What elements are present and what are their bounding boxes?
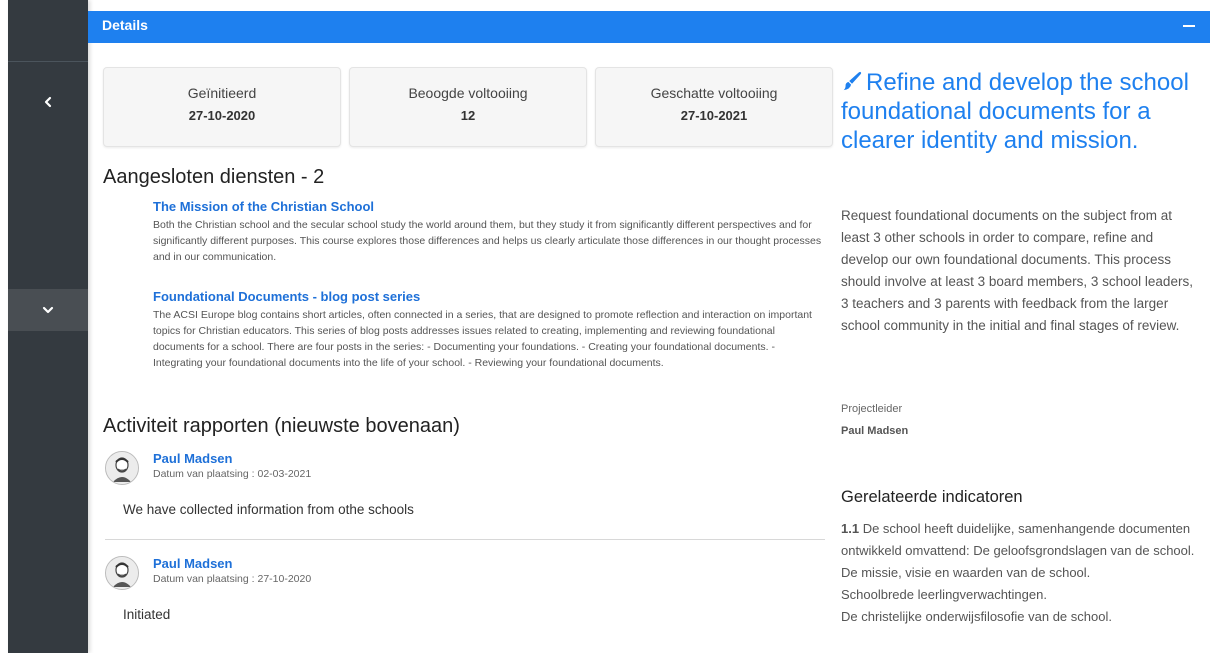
- paint-brush-icon: [843, 71, 862, 91]
- report-date: Datum van plaatsing : 02-03-2021: [153, 468, 311, 480]
- project-leader-name: Paul Madsen: [841, 425, 909, 437]
- minus-icon: [1183, 25, 1195, 27]
- indicator-list: 1.1 De school heeft duidelijke, samenhan…: [841, 518, 1199, 628]
- sidebar: [8, 0, 88, 653]
- service-item: Foundational Documents - blog post serie…: [153, 289, 825, 371]
- goal-title-text: Refine and develop the school foundation…: [841, 69, 1189, 154]
- left-edge: [0, 0, 8, 653]
- stat-label: Geïnitieerd: [187, 85, 257, 101]
- activity-report: Paul Madsen Datum van plaatsing : 27-10-…: [105, 556, 825, 636]
- report-author[interactable]: Paul Madsen: [153, 451, 232, 466]
- project-leader-label: Projectleider: [841, 403, 903, 415]
- report-text: We have collected information from othe …: [123, 502, 414, 517]
- reports-heading: Activiteit rapporten (nieuwste bovenaan): [103, 415, 460, 437]
- services-heading: Aangesloten diensten - 2: [103, 166, 325, 188]
- chevron-left-icon: [44, 96, 52, 108]
- sidebar-divider: [8, 61, 88, 62]
- card-title: Details: [102, 17, 148, 33]
- goal-description: Request foundational documents on the su…: [841, 208, 1193, 333]
- indicator-line: De christelijke onderwijsfilosofie van d…: [841, 609, 1112, 624]
- service-link-blog-series[interactable]: Foundational Documents - blog post serie…: [153, 289, 825, 305]
- service-link-mission[interactable]: The Mission of the Christian School: [153, 199, 825, 215]
- indicators-heading: Gerelateerde indicatoren: [841, 488, 1023, 506]
- stat-value: 27-10-2021: [680, 108, 748, 123]
- stat-value: 27-10-2020: [188, 108, 256, 123]
- stat-target-completion: Beoogde voltooiing 12: [349, 67, 587, 147]
- stat-estimated-completion: Geschatte voltooiing 27-10-2021: [595, 67, 833, 147]
- user-avatar-icon: [105, 556, 139, 590]
- sidebar-collapse-button[interactable]: [8, 82, 88, 122]
- user-avatar-icon: [105, 451, 139, 485]
- stat-initiated: Geïnitieerd 27-10-2020: [103, 67, 341, 147]
- indicator-line: 1.1 De school heeft duidelijke, samenhan…: [841, 518, 1199, 562]
- report-text: Initiated: [123, 607, 171, 622]
- card-collapse-button[interactable]: [1182, 19, 1196, 33]
- service-description: The ACSI Europe blog contains short arti…: [153, 309, 812, 369]
- activity-report: Paul Madsen Datum van plaatsing : 02-03-…: [105, 451, 825, 540]
- stat-label: Beoogde voltooiing: [408, 85, 528, 101]
- indicator-line: De missie, visie en waarden van de schoo…: [841, 565, 1091, 580]
- details-card-header: Details: [88, 11, 1210, 43]
- report-date: Datum van plaatsing : 27-10-2020: [153, 573, 311, 585]
- report-date-value: 27-10-2020: [257, 573, 312, 585]
- stat-value: 12: [460, 108, 476, 123]
- service-item: The Mission of the Christian School Both…: [153, 199, 825, 265]
- service-description: Both the Christian school and the secula…: [153, 219, 822, 263]
- chevron-down-icon: [42, 306, 54, 314]
- sidebar-expand-button[interactable]: [8, 289, 88, 331]
- goal-panel: Refine and develop the school foundation…: [841, 68, 1201, 155]
- stat-label: Geschatte voltooiing: [650, 85, 778, 101]
- indicator-number: 1.1: [841, 521, 860, 536]
- report-date-label: Datum van plaatsing :: [153, 573, 258, 585]
- report-date-label: Datum van plaatsing :: [153, 468, 258, 480]
- goal-title: Refine and develop the school foundation…: [841, 68, 1201, 155]
- indicator-text: De school heeft duidelijke, samenhangend…: [841, 521, 1195, 558]
- indicator-line: Schoolbrede leerlingverwachtingen.: [841, 587, 1047, 602]
- report-author[interactable]: Paul Madsen: [153, 556, 232, 571]
- report-date-value: 02-03-2021: [257, 468, 312, 480]
